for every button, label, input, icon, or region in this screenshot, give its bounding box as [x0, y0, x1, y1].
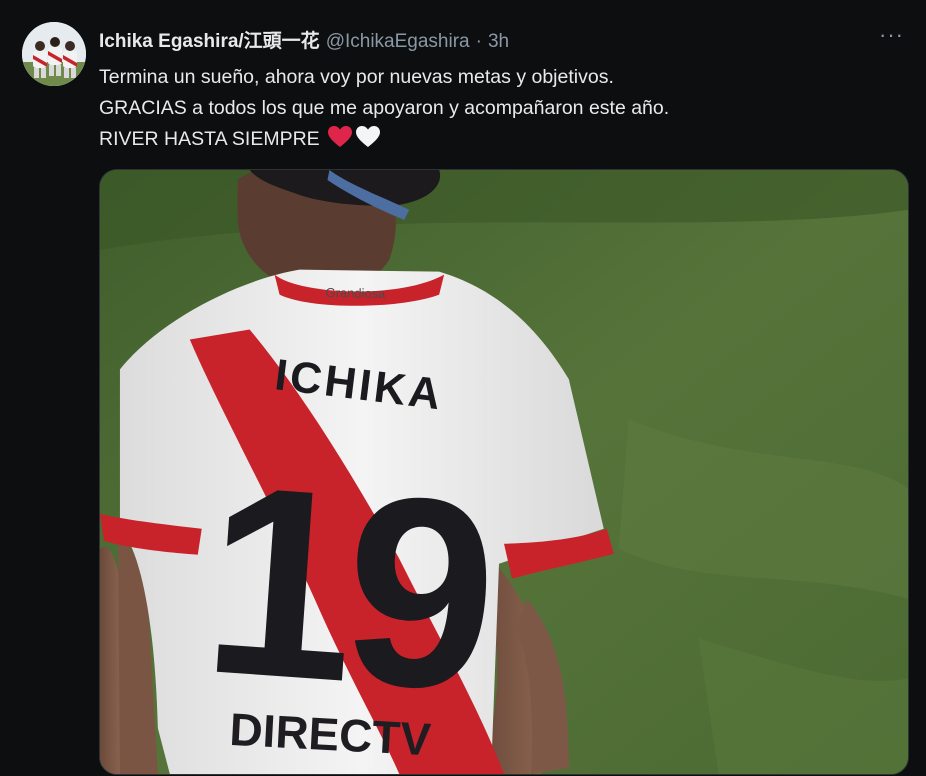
more-options-button[interactable]: ···	[879, 20, 904, 50]
jersey-number: 19	[196, 428, 499, 748]
display-name[interactable]: Ichika Egashira/江頭一花	[99, 26, 320, 53]
tweet-photo[interactable]: ICHIKA 19 Grandiosa DIRECTV	[99, 169, 909, 775]
tweet-text-line-content: RIVER HASTA SIEMPRE	[99, 128, 320, 150]
timestamp[interactable]: 3h	[488, 31, 509, 53]
separator: ·	[475, 31, 482, 52]
avatar[interactable]	[22, 22, 86, 86]
collar-text-label: Grandiosa	[325, 285, 386, 301]
photo-scene: ICHIKA 19 Grandiosa DIRECTV	[100, 170, 908, 774]
sponsor-text: DIRECTV	[228, 703, 432, 765]
tweet-header: Ichika Egashira/江頭一花 @IchikaEgashira · 3…	[99, 26, 509, 53]
tweet-text: Termina un sueño, ahora voy por nuevas m…	[99, 62, 669, 159]
avatar-image	[22, 22, 86, 86]
user-handle[interactable]: @IchikaEgashira	[326, 31, 470, 53]
tweet: Ichika Egashira/江頭一花 @IchikaEgashira · 3…	[0, 0, 926, 776]
sponsor-logo: DIRECTV	[228, 703, 432, 765]
tweet-text-line: Termina un sueño, ahora voy por nuevas m…	[99, 66, 614, 88]
red-heart-icon	[327, 125, 353, 159]
collar-text: Grandiosa	[325, 285, 386, 301]
jersey-number-text: 19	[196, 428, 499, 748]
white-heart-icon	[355, 125, 381, 159]
tweet-text-line: GRACIAS a todos los que me apoyaron y ac…	[99, 97, 670, 119]
tweet-text-line-3: RIVER HASTA SIEMPRE	[99, 124, 669, 159]
